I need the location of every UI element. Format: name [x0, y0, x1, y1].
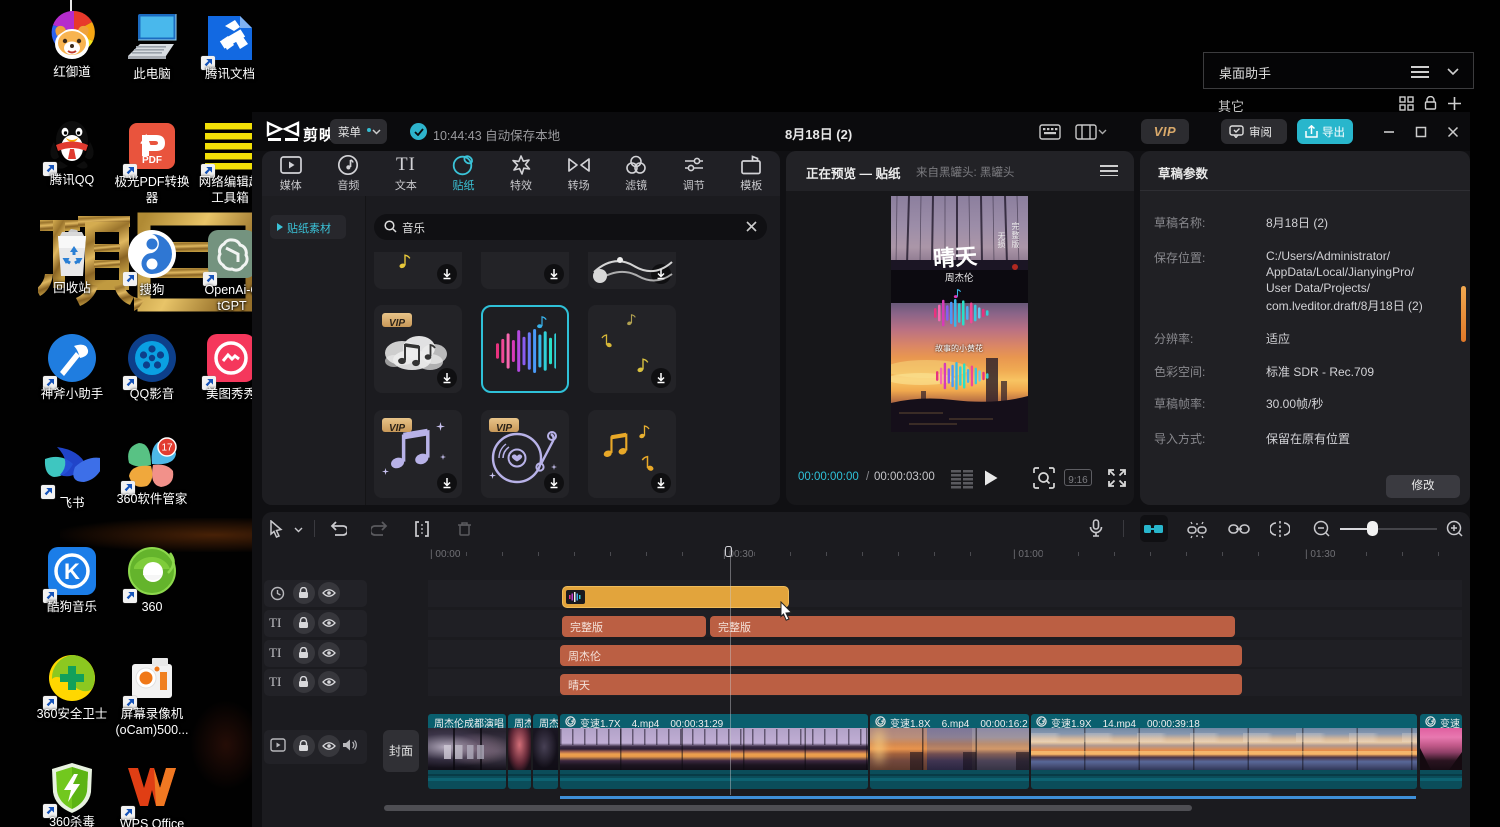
svg-text:K: K: [64, 559, 80, 584]
svg-text:PDF: PDF: [142, 155, 162, 166]
svg-text:17: 17: [161, 443, 173, 454]
